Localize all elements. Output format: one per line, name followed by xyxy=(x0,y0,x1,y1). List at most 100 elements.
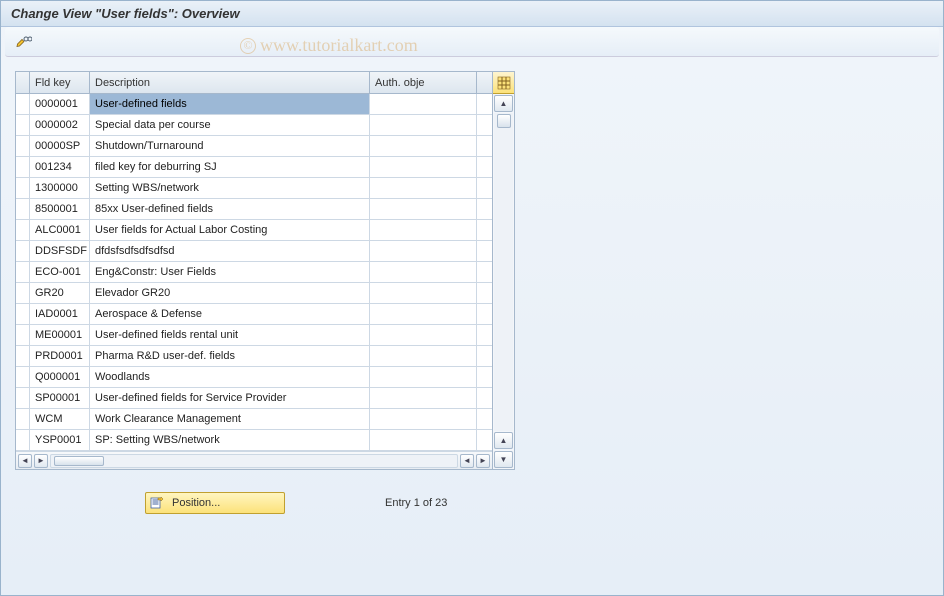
cell-auth-obj[interactable] xyxy=(370,115,477,135)
cell-description[interactable]: Work Clearance Management xyxy=(90,409,370,429)
table-row[interactable]: ME00001User-defined fields rental unit xyxy=(16,325,492,346)
cell-fld-key[interactable]: IAD0001 xyxy=(30,304,90,324)
table-row[interactable]: DDSFSDFdfdsfsdfsdfsdfsd xyxy=(16,241,492,262)
cell-fld-key[interactable]: DDSFSDF xyxy=(30,241,90,261)
toggle-display-change-button[interactable] xyxy=(13,32,35,52)
column-fld-key[interactable]: Fld key xyxy=(30,72,90,93)
row-selector[interactable] xyxy=(16,157,30,177)
cell-description[interactable]: User-defined fields xyxy=(90,94,370,114)
table-row[interactable]: YSP0001SP: Setting WBS/network xyxy=(16,430,492,451)
column-selector[interactable] xyxy=(16,72,30,93)
scroll-thumb[interactable] xyxy=(54,456,104,466)
cell-description[interactable]: dfdsfsdfsdfsdfsd xyxy=(90,241,370,261)
column-description[interactable]: Description xyxy=(90,72,370,93)
row-selector[interactable] xyxy=(16,136,30,156)
column-auth-obj[interactable]: Auth. obje xyxy=(370,72,477,93)
cell-fld-key[interactable]: GR20 xyxy=(30,283,90,303)
row-selector[interactable] xyxy=(16,199,30,219)
scroll-right-end-button[interactable]: ► xyxy=(476,454,490,468)
table-row[interactable]: IAD0001Aerospace & Defense xyxy=(16,304,492,325)
row-selector[interactable] xyxy=(16,430,30,450)
table-row[interactable]: SP00001User-defined fields for Service P… xyxy=(16,388,492,409)
table-row[interactable]: GR20Elevador GR20 xyxy=(16,283,492,304)
position-button[interactable]: Position... xyxy=(145,492,285,514)
cell-fld-key[interactable]: 1300000 xyxy=(30,178,90,198)
cell-fld-key[interactable]: 0000002 xyxy=(30,115,90,135)
row-selector[interactable] xyxy=(16,178,30,198)
cell-description[interactable]: Eng&Constr: User Fields xyxy=(90,262,370,282)
cell-auth-obj[interactable] xyxy=(370,283,477,303)
cell-fld-key[interactable]: PRD0001 xyxy=(30,346,90,366)
cell-auth-obj[interactable] xyxy=(370,409,477,429)
row-selector[interactable] xyxy=(16,220,30,240)
cell-auth-obj[interactable] xyxy=(370,325,477,345)
cell-auth-obj[interactable] xyxy=(370,136,477,156)
cell-auth-obj[interactable] xyxy=(370,304,477,324)
cell-fld-key[interactable]: ECO-001 xyxy=(30,262,90,282)
cell-auth-obj[interactable] xyxy=(370,94,477,114)
cell-auth-obj[interactable] xyxy=(370,367,477,387)
cell-auth-obj[interactable] xyxy=(370,346,477,366)
cell-auth-obj[interactable] xyxy=(370,157,477,177)
cell-fld-key[interactable]: 0000001 xyxy=(30,94,90,114)
cell-description[interactable]: Pharma R&D user-def. fields xyxy=(90,346,370,366)
table-row[interactable]: ALC0001User fields for Actual Labor Cost… xyxy=(16,220,492,241)
row-selector[interactable] xyxy=(16,409,30,429)
row-selector[interactable] xyxy=(16,346,30,366)
table-row[interactable]: Q000001Woodlands xyxy=(16,367,492,388)
table-row[interactable]: WCMWork Clearance Management xyxy=(16,409,492,430)
table-row[interactable]: 850000185xx User-defined fields xyxy=(16,199,492,220)
table-row[interactable]: 00000SPShutdown/Turnaround xyxy=(16,136,492,157)
cell-fld-key[interactable]: Q000001 xyxy=(30,367,90,387)
cell-fld-key[interactable]: WCM xyxy=(30,409,90,429)
row-selector[interactable] xyxy=(16,241,30,261)
cell-fld-key[interactable]: YSP0001 xyxy=(30,430,90,450)
table-row[interactable]: PRD0001Pharma R&D user-def. fields xyxy=(16,346,492,367)
cell-fld-key[interactable]: 00000SP xyxy=(30,136,90,156)
cell-fld-key[interactable]: 8500001 xyxy=(30,199,90,219)
row-selector[interactable] xyxy=(16,325,30,345)
cell-description[interactable]: Woodlands xyxy=(90,367,370,387)
table-row[interactable]: 1300000Setting WBS/network xyxy=(16,178,492,199)
cell-description[interactable]: Setting WBS/network xyxy=(90,178,370,198)
cell-auth-obj[interactable] xyxy=(370,199,477,219)
row-selector[interactable] xyxy=(16,94,30,114)
table-row[interactable]: ECO-001Eng&Constr: User Fields xyxy=(16,262,492,283)
table-settings-button[interactable] xyxy=(493,72,514,94)
cell-auth-obj[interactable] xyxy=(370,262,477,282)
cell-auth-obj[interactable] xyxy=(370,241,477,261)
cell-description[interactable]: filed key for deburring SJ xyxy=(90,157,370,177)
cell-fld-key[interactable]: ME00001 xyxy=(30,325,90,345)
scroll-left-end-button[interactable]: ◄ xyxy=(460,454,474,468)
cell-auth-obj[interactable] xyxy=(370,220,477,240)
row-selector[interactable] xyxy=(16,367,30,387)
row-selector[interactable] xyxy=(16,262,30,282)
cell-description[interactable]: Shutdown/Turnaround xyxy=(90,136,370,156)
cell-description[interactable]: SP: Setting WBS/network xyxy=(90,430,370,450)
scroll-up-button[interactable]: ▲ xyxy=(494,95,513,112)
scroll-track[interactable] xyxy=(50,454,458,468)
cell-description[interactable]: Special data per course xyxy=(90,115,370,135)
cell-auth-obj[interactable] xyxy=(370,388,477,408)
cell-description[interactable]: User-defined fields rental unit xyxy=(90,325,370,345)
vscroll-thumb[interactable] xyxy=(497,114,511,128)
row-selector[interactable] xyxy=(16,283,30,303)
scroll-down-button[interactable]: ▼ xyxy=(494,451,513,468)
row-selector[interactable] xyxy=(16,388,30,408)
vscroll-track[interactable] xyxy=(494,113,513,431)
scroll-right-button[interactable]: ► xyxy=(34,454,48,468)
cell-auth-obj[interactable] xyxy=(370,430,477,450)
cell-description[interactable]: Aerospace & Defense xyxy=(90,304,370,324)
cell-description[interactable]: Elevador GR20 xyxy=(90,283,370,303)
cell-description[interactable]: User-defined fields for Service Provider xyxy=(90,388,370,408)
table-row[interactable]: 0000002Special data per course xyxy=(16,115,492,136)
cell-description[interactable]: User fields for Actual Labor Costing xyxy=(90,220,370,240)
cell-fld-key[interactable]: ALC0001 xyxy=(30,220,90,240)
table-row[interactable]: 0000001User-defined fields xyxy=(16,94,492,115)
scroll-up-small-button[interactable]: ▲ xyxy=(494,432,513,449)
cell-fld-key[interactable]: 001234 xyxy=(30,157,90,177)
horizontal-scrollbar[interactable]: ◄ ► ◄ ► xyxy=(16,451,492,469)
cell-fld-key[interactable]: SP00001 xyxy=(30,388,90,408)
scroll-left-button[interactable]: ◄ xyxy=(18,454,32,468)
table-row[interactable]: 001234filed key for deburring SJ xyxy=(16,157,492,178)
